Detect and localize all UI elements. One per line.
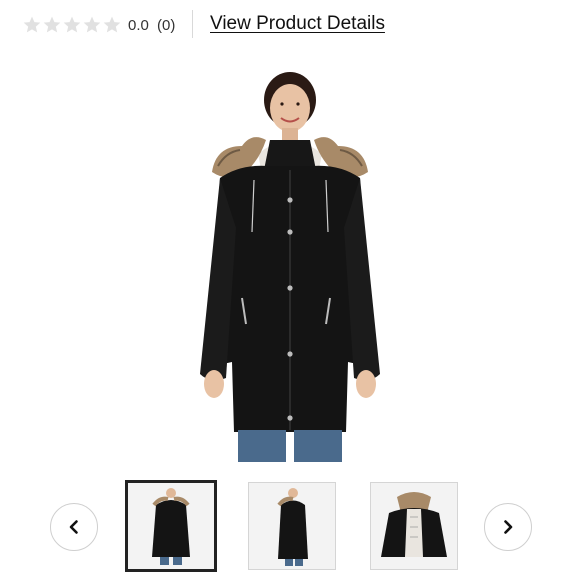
star-rating <box>22 15 122 35</box>
chevron-right-icon <box>504 520 513 534</box>
previous-image-button[interactable] <box>50 503 98 551</box>
main-product-image <box>200 72 380 462</box>
parka-open-thumbnail-image <box>371 483 457 569</box>
star-icon <box>23 16 41 33</box>
image-carousel <box>0 470 580 580</box>
divider <box>192 10 193 38</box>
star-icon <box>83 16 101 33</box>
review-count: (0) <box>157 17 176 34</box>
product-header: 0.0 (0) View Product Details <box>0 0 580 50</box>
rating-value: 0.0 <box>128 17 149 34</box>
next-image-button[interactable] <box>484 503 532 551</box>
parka-side-thumbnail-image <box>249 483 335 569</box>
star-icon <box>103 16 121 33</box>
chevron-left-icon <box>69 520 78 534</box>
flat-open-jacket-thumbnail[interactable] <box>370 482 458 570</box>
front-view-thumbnail[interactable] <box>125 480 217 572</box>
parka-front-thumbnail-image <box>128 483 214 569</box>
star-icon <box>63 16 81 33</box>
star-icon <box>43 16 61 33</box>
side-view-thumbnail[interactable] <box>248 482 336 570</box>
view-product-details-link[interactable]: View Product Details <box>210 13 385 35</box>
